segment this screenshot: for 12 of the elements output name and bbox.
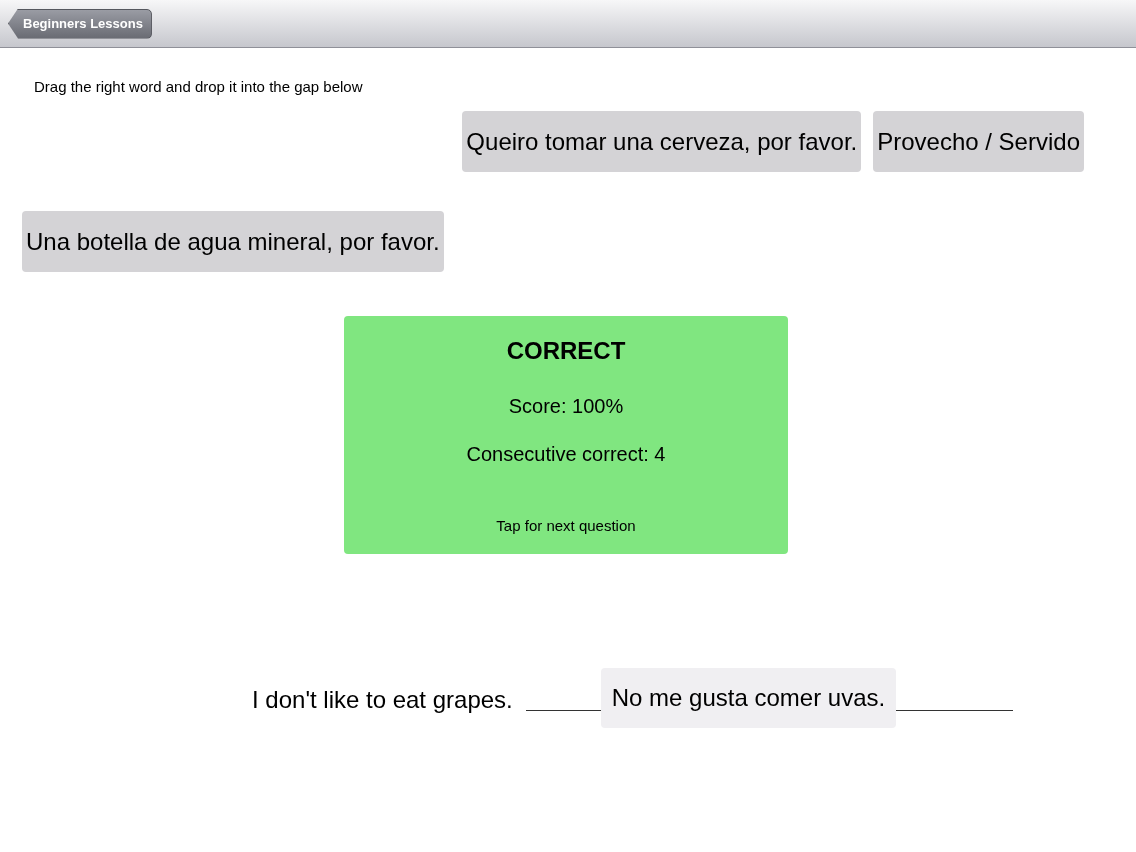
- streak-text: Consecutive correct: 4: [466, 442, 666, 467]
- result-title: CORRECT: [506, 336, 626, 366]
- word-tile[interactable]: Una botella de agua mineral, por favor.: [22, 211, 444, 272]
- score-text: Score: 100%: [508, 394, 624, 419]
- back-button[interactable]: Beginners Lessons: [8, 8, 152, 39]
- word-tile[interactable]: Queiro tomar una cerveza, por favor.: [462, 111, 862, 172]
- word-tile[interactable]: Provecho / Servido: [873, 111, 1084, 172]
- answer-tile[interactable]: No me gusta comer uvas.: [600, 668, 897, 728]
- prompt-text: I don't like to eat grapes.: [252, 684, 513, 715]
- instruction-text: Drag the right word and drop it into the gap below: [34, 78, 363, 95]
- feedback-panel[interactable]: CORRECT Score: 100% Consecutive correct: 4 Tap for next question: [344, 316, 788, 554]
- next-question-hint: Tap for next question: [496, 516, 636, 536]
